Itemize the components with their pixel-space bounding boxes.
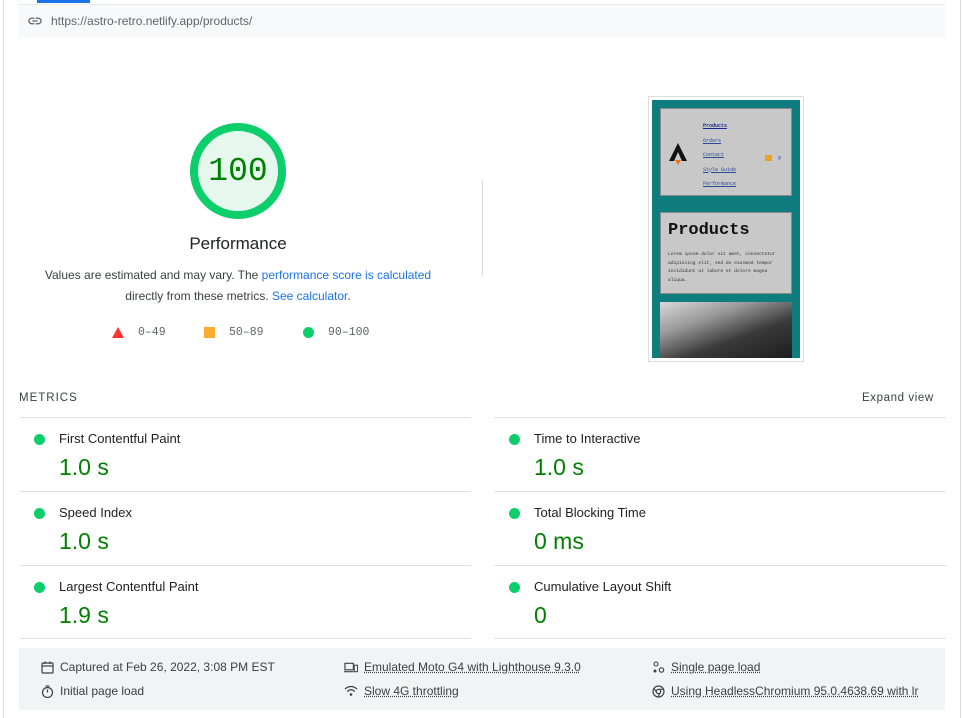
thumbnail-canvas: Products Orders Contact Style Guide Perf… xyxy=(652,100,800,358)
legend-pass: 90–100 xyxy=(303,324,369,340)
legend-pass-label: 90–100 xyxy=(328,325,370,339)
thumb-heading: Products xyxy=(668,221,750,240)
desc-text-2: directly from these metrics. xyxy=(125,289,272,303)
circle-icon xyxy=(303,326,314,338)
url-bar: https://astro-retro.netlify.app/products… xyxy=(19,4,945,37)
devices-icon xyxy=(344,660,358,674)
browser-text[interactable]: Using HeadlessChromium 95.0.4638.69 with… xyxy=(671,684,918,698)
calendar-icon xyxy=(40,660,54,674)
initial-page-load: Initial page load xyxy=(40,683,144,699)
metric-value: 1.0 s xyxy=(534,454,584,480)
active-tab-indicator xyxy=(37,0,90,3)
thumb-cart: 0 xyxy=(765,155,781,161)
desc-text-1: Values are estimated and may vary. The xyxy=(44,268,262,282)
astro-logo-icon xyxy=(669,143,687,170)
chrome-icon xyxy=(651,684,665,698)
people-icon xyxy=(651,660,665,674)
captured-at: Captured at Feb 26, 2022, 3:08 PM EST xyxy=(40,659,275,675)
thumb-link: Contact xyxy=(703,152,725,158)
performance-score: 100 xyxy=(208,152,268,190)
thumb-photo xyxy=(660,302,792,358)
metric-value: 0 xyxy=(534,602,547,628)
legend-average: 50–89 xyxy=(204,324,264,340)
metric-cumulative-layout-shift[interactable]: Cumulative Layout Shift 0 xyxy=(494,565,946,639)
square-icon xyxy=(204,326,215,338)
metric-time-to-interactive[interactable]: Time to Interactive 1.0 s xyxy=(494,417,946,491)
cart-icon xyxy=(765,155,772,161)
thumb-link: Performance xyxy=(703,181,737,187)
triangle-icon xyxy=(112,326,124,338)
vertical-divider xyxy=(482,180,483,276)
thumb-link: Products xyxy=(703,123,728,129)
page-url: https://astro-retro.netlify.app/products… xyxy=(51,14,253,28)
pass-circle-icon xyxy=(509,434,520,445)
metric-name: First Contentful Paint xyxy=(59,431,181,446)
thumb-nav-links: Products Orders Contact Style Guide Perf… xyxy=(703,119,736,192)
thumb-cart-count: 0 xyxy=(778,155,782,162)
metric-name: Largest Contentful Paint xyxy=(59,579,199,594)
expand-view-button[interactable]: Expand view xyxy=(862,392,934,404)
network-throttling[interactable]: Slow 4G throttling xyxy=(344,683,459,699)
see-calculator-link[interactable]: See calculator xyxy=(272,289,347,303)
pass-circle-icon xyxy=(509,508,520,519)
metric-value: 0 ms xyxy=(534,528,584,554)
link-icon xyxy=(27,13,43,29)
pass-circle-icon xyxy=(34,508,45,519)
metric-value: 1.0 s xyxy=(59,454,109,480)
page-screenshot-thumbnail[interactable]: Products Orders Contact Style Guide Perf… xyxy=(648,96,804,362)
metric-first-contentful-paint[interactable]: First Contentful Paint 1.0 s xyxy=(19,417,471,491)
thumb-link: Style Guide xyxy=(703,166,737,173)
metrics-divider xyxy=(494,638,946,639)
metrics-heading: METRICS xyxy=(19,392,78,404)
pass-circle-icon xyxy=(509,582,520,593)
throttling-text[interactable]: Slow 4G throttling xyxy=(364,684,459,698)
single-page-load[interactable]: Single page load xyxy=(651,659,760,675)
device-text[interactable]: Emulated Moto G4 with Lighthouse 9.3.0 xyxy=(364,660,581,674)
initial-load-text: Initial page load xyxy=(60,684,145,698)
metric-value: 1.0 s xyxy=(59,528,109,554)
metric-name: Cumulative Layout Shift xyxy=(534,579,672,594)
desc-text-3: . xyxy=(347,289,351,303)
browser-info[interactable]: Using HeadlessChromium 95.0.4638.69 with… xyxy=(651,683,918,699)
captured-text: Captured at Feb 26, 2022, 3:08 PM EST xyxy=(60,660,275,674)
emulated-device[interactable]: Emulated Moto G4 with Lighthouse 9.3.0 xyxy=(344,659,581,675)
pass-circle-icon xyxy=(34,582,45,593)
runtime-settings-footer: Captured at Feb 26, 2022, 3:08 PM EST In… xyxy=(19,648,945,710)
timer-icon xyxy=(40,684,54,698)
score-calculated-link[interactable]: performance score is calculated xyxy=(262,268,431,282)
metrics-divider xyxy=(19,638,471,639)
legend-fail-label: 0–49 xyxy=(138,325,166,339)
metric-value: 1.9 s xyxy=(59,602,109,628)
performance-gauge[interactable]: 100 xyxy=(189,122,287,220)
gauge-title: Performance xyxy=(189,234,287,253)
metric-name: Total Blocking Time xyxy=(534,505,646,520)
legend-fail: 0–49 xyxy=(112,324,166,340)
metric-speed-index[interactable]: Speed Index 1.0 s xyxy=(19,491,471,565)
thumb-nav-card: Products Orders Contact Style Guide Perf… xyxy=(660,108,792,196)
thumb-body-text: Lorem ipsum dolor sit amet, consectetur … xyxy=(668,252,776,283)
thumb-link: Orders xyxy=(703,137,722,144)
single-load-text[interactable]: Single page load xyxy=(671,660,760,674)
metric-name: Time to Interactive xyxy=(534,431,641,446)
metric-largest-contentful-paint[interactable]: Largest Contentful Paint 1.9 s xyxy=(19,565,471,639)
legend-average-label: 50–89 xyxy=(229,325,264,339)
gauge-description: Values are estimated and may vary. The p… xyxy=(30,265,446,307)
pass-circle-icon xyxy=(34,434,45,445)
thumb-products-card: Products Lorem ipsum dolor sit amet, con… xyxy=(660,212,792,294)
metric-name: Speed Index xyxy=(59,505,133,520)
metric-total-blocking-time[interactable]: Total Blocking Time 0 ms xyxy=(494,491,946,565)
wifi-icon xyxy=(344,684,358,698)
